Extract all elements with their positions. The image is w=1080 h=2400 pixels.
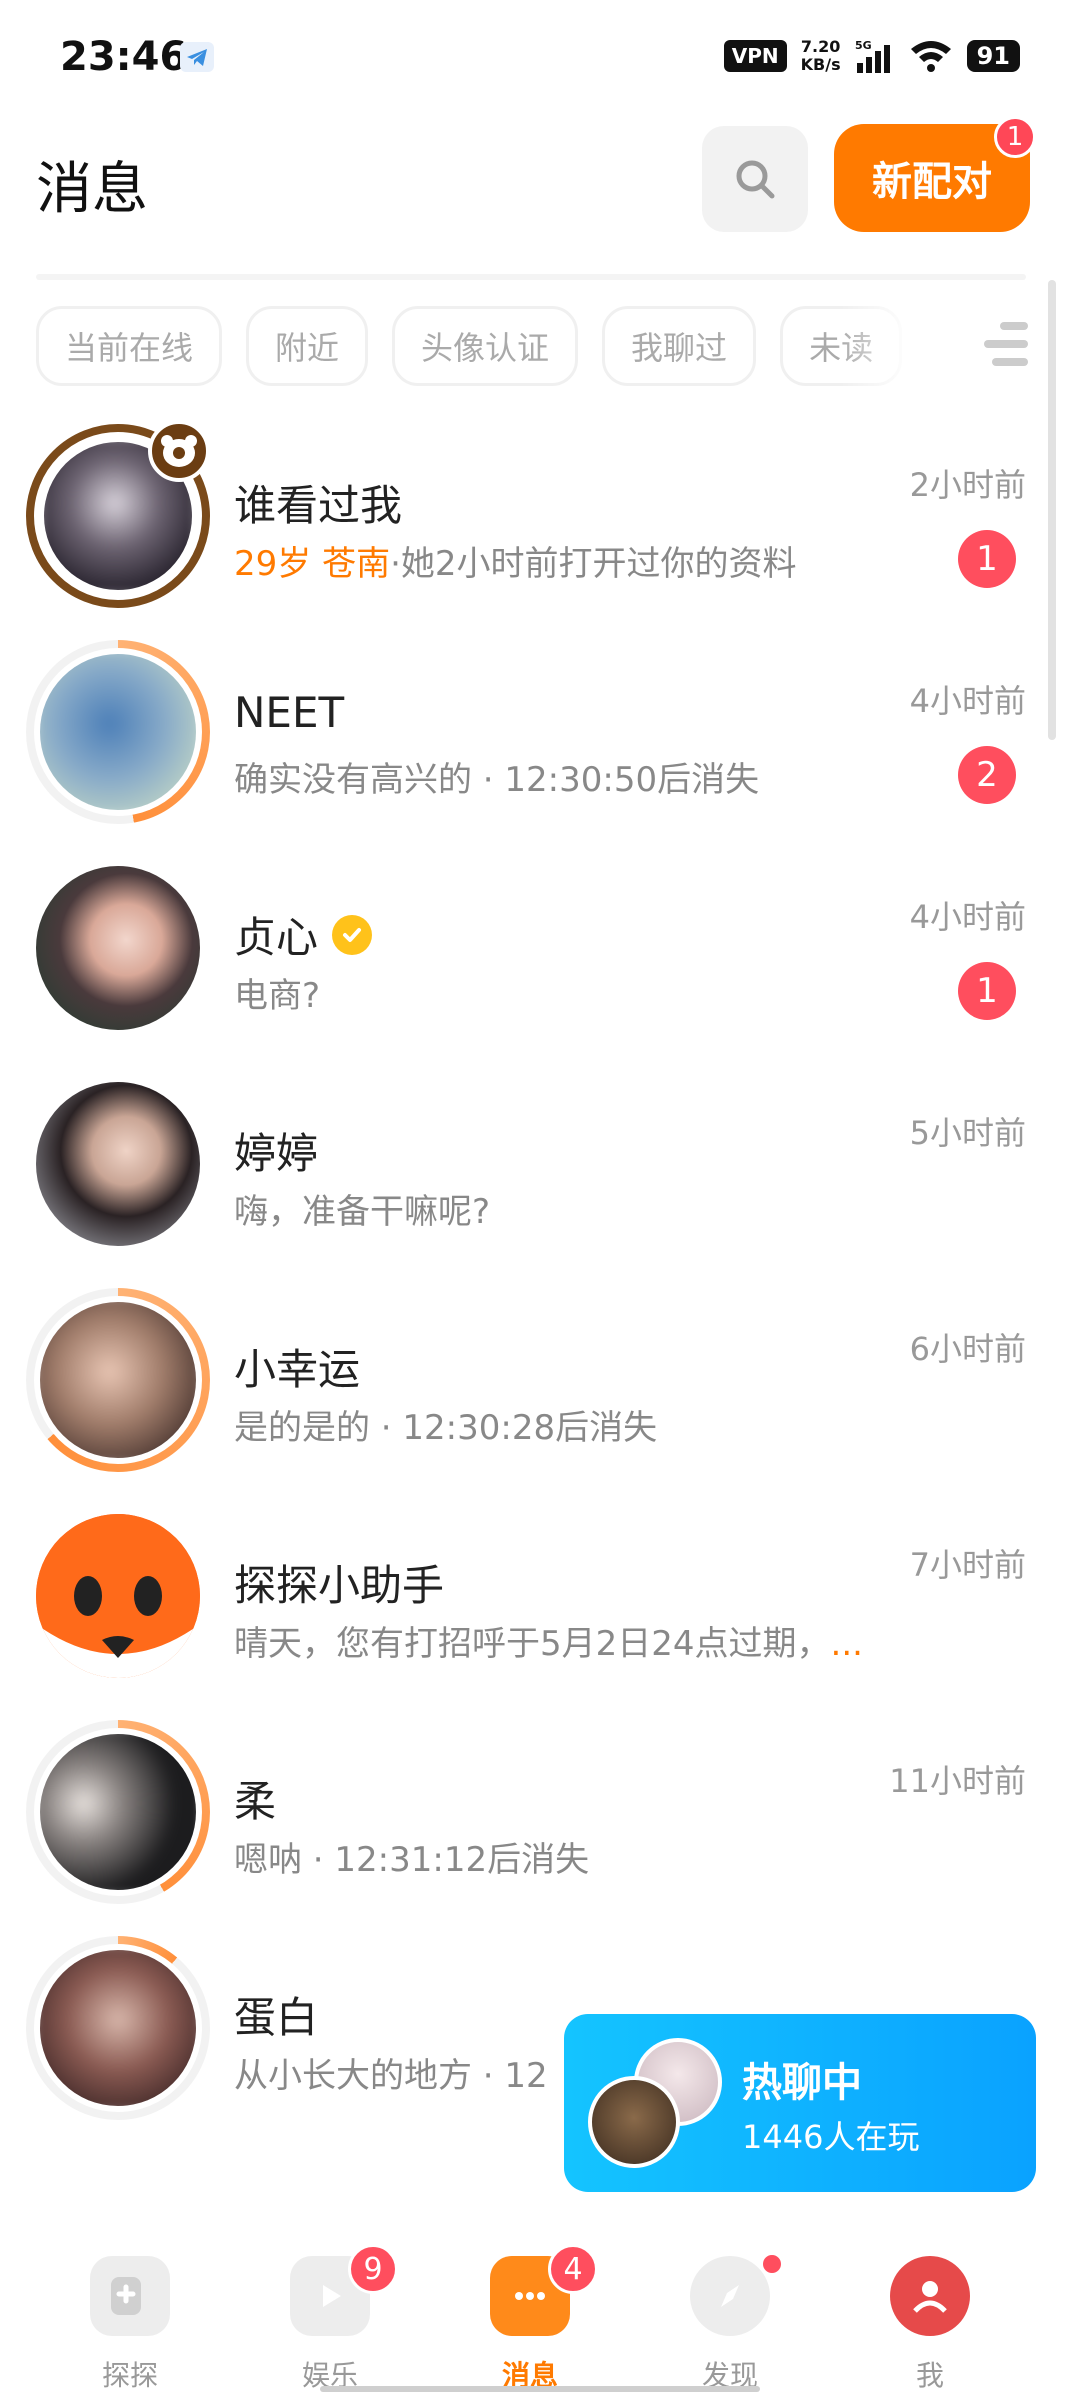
conversation-row[interactable]: 柔 嗯呐 · 12:31:12后消失 11小时前: [0, 1720, 1080, 1936]
vpn-badge: VPN: [723, 40, 787, 72]
unread-badge: 1: [958, 962, 1016, 1020]
conversation-row[interactable]: 婷婷 嗨，准备干嘛呢? 5小时前: [0, 1072, 1080, 1288]
preview-more: ...: [830, 1624, 863, 1664]
conversation-preview: 电商?: [234, 976, 321, 1016]
conversation-time: 11小时前: [889, 1762, 1026, 1800]
conversation-preview: 嗯呐 · 12:31:12后消失: [234, 1840, 590, 1880]
conversation-row[interactable]: NEET 确实没有高兴的 · 12:30:50后消失 4小时前 2: [0, 640, 1080, 856]
profile-icon: [890, 2256, 970, 2336]
nav-badge: 4: [548, 2244, 598, 2294]
hot-chat-subtitle: 1446人在玩: [742, 2118, 920, 2156]
conversation-time: 4小时前: [909, 682, 1026, 720]
conversation-time: 5小时前: [909, 1114, 1026, 1152]
battery-indicator: 91: [966, 40, 1020, 72]
conversation-list: 谁看过我 29岁 苍南·她2小时前打开过你的资料 2小时前 1 NEET 确实没…: [0, 420, 1080, 2152]
conversation-name: 贞心: [234, 904, 373, 965]
conversation-preview: 确实没有高兴的 · 12:30:50后消失: [234, 760, 760, 800]
conversation-name: 小幸运: [234, 1345, 361, 1394]
conversation-row[interactable]: 谁看过我 29岁 苍南·她2小时前打开过你的资料 2小时前 1: [0, 420, 1080, 640]
filter-online[interactable]: 当前在线: [36, 306, 223, 386]
conversation-preview: 从小长大的地方 · 12: [234, 2056, 548, 2096]
preview-text: ·她2小时前打开过你的资料: [390, 544, 797, 584]
unread-badge: 2: [958, 746, 1016, 804]
assistant-avatar: [36, 1514, 200, 1678]
conversation-name: 探探小助手: [234, 1561, 445, 1610]
viewer-eye-icon: [148, 420, 210, 482]
network-speed-value: 7.20: [800, 37, 841, 56]
network-speed-unit: KB/s: [800, 55, 841, 74]
network-speed: 7.20 KB/s: [801, 38, 841, 74]
status-icons: VPN 7.20 KB/s 5G 91: [723, 36, 1020, 76]
wifi-icon: [909, 39, 953, 73]
conversation-name: 婷婷: [234, 1129, 319, 1178]
preview-text: 晴天，您有打招呼于5月2日24点过期，: [234, 1624, 831, 1664]
viewer-info: 29岁 苍南: [234, 544, 391, 584]
hot-chat-card[interactable]: 热聊中 1446人在玩: [564, 2014, 1036, 2192]
conversation-row[interactable]: 探探小助手 晴天，您有打招呼于5月2日24点过期，... 7小时前: [0, 1504, 1080, 1720]
compass-icon: [690, 2256, 770, 2336]
conversation-time: 6小时前: [909, 1330, 1026, 1368]
filter-menu-icon[interactable]: [984, 322, 1028, 372]
nav-discover[interactable]: 发现: [650, 2230, 810, 2400]
conversation-name: 谁看过我: [234, 481, 403, 530]
avatar: [26, 640, 210, 824]
header-divider: [36, 274, 1026, 280]
conversation-time: 4小时前: [909, 898, 1026, 936]
avatar: [26, 1720, 210, 1904]
bottom-nav: 探探 9 娱乐 4 消息 发现 我: [0, 2230, 1080, 2400]
avatar: [36, 1082, 200, 1246]
home-indicator[interactable]: [320, 2386, 760, 2392]
conversation-time: 2小时前: [909, 466, 1026, 504]
avatar: [36, 866, 200, 1030]
conversation-preview: 嗨，准备干嘛呢?: [234, 1192, 491, 1232]
nav-tantan[interactable]: 探探: [50, 2230, 210, 2400]
avatar: [26, 1288, 210, 1472]
status-time: 23:46: [60, 34, 188, 80]
header: 消息 新配对 1: [0, 110, 1080, 280]
nav-entertainment[interactable]: 9 娱乐: [250, 2230, 410, 2400]
hot-chat-avatar: [588, 2076, 680, 2168]
nav-label: 探探: [101, 2359, 158, 2392]
search-button[interactable]: [702, 126, 808, 232]
filter-chatted[interactable]: 我聊过: [602, 306, 757, 386]
fox-icon: [36, 1514, 200, 1678]
conversation-preview: 是的是的 · 12:30:28后消失: [234, 1408, 658, 1448]
conversation-name-text: 贞心: [234, 913, 319, 962]
nav-me[interactable]: 我: [850, 2230, 1010, 2400]
conversation-name: NEET: [234, 688, 345, 737]
nav-label: 我: [915, 2359, 944, 2392]
nav-badge: 9: [348, 2244, 398, 2294]
conversation-row[interactable]: 小幸运 是的是的 · 12:30:28后消失 6小时前: [0, 1288, 1080, 1504]
conversation-time: 7小时前: [909, 1546, 1026, 1584]
conversation-name: 蛋白: [234, 1993, 319, 2042]
avatar: [26, 1936, 210, 2120]
network-type: 5G: [855, 39, 872, 52]
new-match-badge: 1: [994, 116, 1036, 158]
filter-avatar-verified[interactable]: 头像认证: [392, 306, 579, 386]
conversation-preview: 29岁 苍南·她2小时前打开过你的资料: [234, 536, 797, 585]
nav-dot-badge: [760, 2252, 784, 2276]
hot-chat-title: 热聊中: [742, 2060, 862, 2106]
conversation-row[interactable]: 贞心 电商? 4小时前 1: [0, 856, 1080, 1072]
search-icon: [736, 160, 775, 199]
verified-icon: [332, 914, 373, 955]
filter-bar: 当前在线 附近 头像认证 我聊过 未读: [36, 306, 916, 386]
filters-fade: [840, 300, 950, 394]
status-bar: 23:46 VPN 7.20 KB/s 5G 91: [0, 0, 1080, 110]
unread-badge: 1: [958, 530, 1016, 588]
telegram-icon: [180, 42, 214, 72]
page-title: 消息: [36, 157, 148, 222]
conversation-name: 柔: [234, 1777, 277, 1826]
cards-icon: [90, 2256, 170, 2336]
filter-nearby[interactable]: 附近: [246, 306, 369, 386]
signal-icon: 5G: [855, 39, 895, 73]
conversation-preview: 晴天，您有打招呼于5月2日24点过期，...: [234, 1616, 863, 1665]
nav-messages[interactable]: 4 消息: [450, 2230, 610, 2400]
